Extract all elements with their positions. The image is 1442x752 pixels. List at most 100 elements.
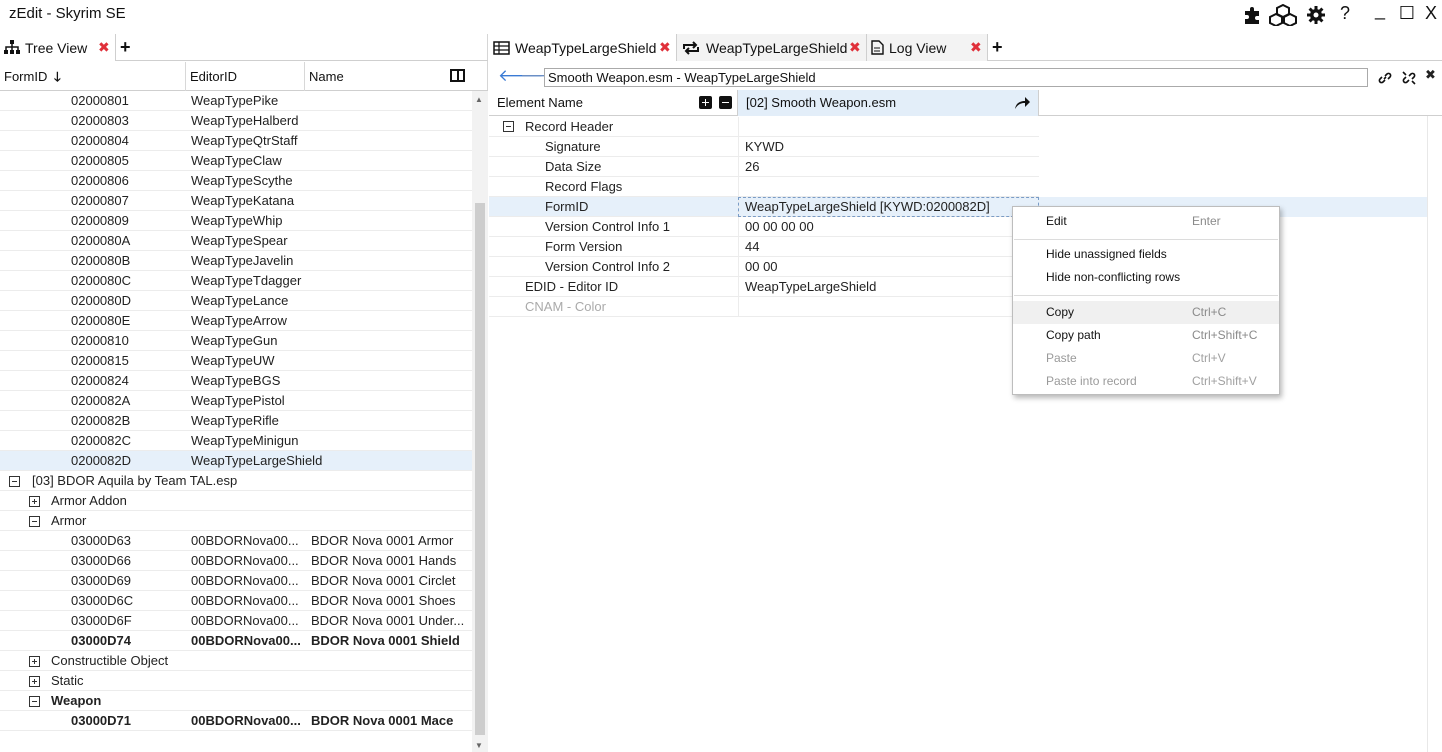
record-path-input[interactable] bbox=[544, 68, 1368, 87]
table-row[interactable]: 03000D66 00BDORNova00... BDOR Nova 0001 Ha… bbox=[0, 551, 472, 571]
tree-group-node[interactable]: [03] BDOR Aquila by Team TAL.esp bbox=[0, 471, 472, 491]
record-row[interactable]: FormID WeapTypeLargeShield [KYWD:0200082D… bbox=[489, 197, 1427, 217]
collapse-icon[interactable] bbox=[29, 696, 40, 707]
sort-down-icon: 🡓 bbox=[54, 69, 61, 84]
table-row[interactable]: 0200080D WeapTypeLance bbox=[0, 291, 472, 311]
table-row[interactable]: 02000815 WeapTypeUW bbox=[0, 351, 472, 371]
menu-item-edit[interactable]: Edit Enter bbox=[1013, 210, 1279, 233]
table-row[interactable]: 03000D69 00BDORNova00... BDOR Nova 0001 Ci… bbox=[0, 571, 472, 591]
expand-icon[interactable] bbox=[29, 676, 40, 687]
table-row[interactable]: 02000804 WeapTypeQtrStaff bbox=[0, 131, 472, 151]
tab-record-1[interactable]: WeapTypeLargeShield ✖ bbox=[489, 34, 677, 61]
record-row[interactable]: Form Version 44 bbox=[489, 237, 1427, 257]
cubes-icon[interactable] bbox=[1268, 4, 1298, 26]
name-cell: BDOR Nova 0001 Shield bbox=[311, 633, 460, 648]
record-row[interactable]: EDID - Editor ID WeapTypeLargeShield bbox=[489, 277, 1427, 297]
menu-item-hide-non-conflicting-rows[interactable]: Hide non-conflicting rows bbox=[1013, 266, 1279, 289]
tree-group-node[interactable]: Constructible Object bbox=[0, 651, 472, 671]
record-row[interactable]: Record Flags bbox=[489, 177, 1427, 197]
record-row[interactable]: Version Control Info 2 00 00 bbox=[489, 257, 1427, 277]
minimize-button[interactable]: _ bbox=[1369, 0, 1391, 21]
expand-icon[interactable] bbox=[29, 656, 40, 667]
table-row[interactable]: 02000801 WeapTypePike bbox=[0, 91, 472, 111]
menu-item-copy-path[interactable]: Copy path Ctrl+Shift+C bbox=[1013, 324, 1279, 347]
formid-cell: 02000807 bbox=[71, 193, 129, 208]
collapse-icon[interactable] bbox=[503, 121, 514, 132]
table-row[interactable]: 02000806 WeapTypeScythe bbox=[0, 171, 472, 191]
column-editorid[interactable]: EditorID bbox=[186, 62, 305, 91]
record-row[interactable]: Version Control Info 1 00 00 00 00 bbox=[489, 217, 1427, 237]
menu-item-copy[interactable]: Copy Ctrl+C bbox=[1013, 301, 1279, 324]
table-row[interactable]: 03000D6F 00BDORNova00... BDOR Nova 0001 Un… bbox=[0, 611, 472, 631]
expand-all-icon[interactable] bbox=[699, 96, 712, 109]
record-field-value: 26 bbox=[745, 159, 760, 174]
tree-group-node[interactable]: Weapon bbox=[0, 691, 472, 711]
add-tab-button[interactable]: + bbox=[120, 37, 131, 58]
editorid-cell: WeapTypeScythe bbox=[191, 173, 293, 188]
table-row[interactable]: 02000809 WeapTypeWhip bbox=[0, 211, 472, 231]
tree-group-node[interactable]: Armor Addon bbox=[0, 491, 472, 511]
record-row[interactable]: Signature KYWD bbox=[489, 137, 1427, 157]
collapse-all-icon[interactable] bbox=[719, 96, 732, 109]
tab-record-2[interactable]: WeapTypeLargeShield ✖ bbox=[677, 34, 867, 61]
plugin-icon[interactable] bbox=[1241, 4, 1265, 26]
add-tab-button[interactable]: + bbox=[992, 37, 1003, 58]
tree-group-node[interactable]: Static bbox=[0, 671, 472, 691]
close-tab-icon[interactable]: ✖ bbox=[98, 39, 110, 56]
scrollbar-thumb[interactable] bbox=[475, 203, 485, 735]
unlink-icon[interactable] bbox=[1402, 71, 1416, 85]
columns-icon[interactable] bbox=[450, 69, 465, 82]
close-tab-icon[interactable]: ✖ bbox=[659, 39, 671, 56]
table-row[interactable]: 0200082A WeapTypePistol bbox=[0, 391, 472, 411]
tab-label: WeapTypeLargeShield bbox=[515, 39, 657, 56]
collapse-icon[interactable] bbox=[29, 516, 40, 527]
table-row[interactable]: 02000824 WeapTypeBGS bbox=[0, 371, 472, 391]
record-scrollbar[interactable] bbox=[1427, 116, 1442, 752]
expand-icon[interactable] bbox=[29, 496, 40, 507]
tab-log-view[interactable]: Log View ✖ bbox=[867, 34, 988, 61]
formid-cell: 0200080E bbox=[71, 313, 131, 328]
record-row[interactable]: CNAM - Color bbox=[489, 297, 1427, 317]
table-row[interactable]: 03000D74 00BDORNova00... BDOR Nova 0001 Sh… bbox=[0, 631, 472, 651]
scroll-up-icon[interactable]: ▲ bbox=[475, 95, 483, 104]
table-row[interactable]: 02000803 WeapTypeHalberd bbox=[0, 111, 472, 131]
close-tab-icon[interactable]: ✖ bbox=[849, 39, 861, 56]
tab-tree-view[interactable]: Tree View ✖ bbox=[0, 34, 116, 61]
tree-group-node[interactable]: Armor bbox=[0, 511, 472, 531]
table-row[interactable]: 03000D63 00BDORNova00... BDOR Nova 0001 Ar… bbox=[0, 531, 472, 551]
table-row[interactable]: 02000805 WeapTypeClaw bbox=[0, 151, 472, 171]
record-field-value: 00 00 00 00 bbox=[745, 219, 814, 234]
table-row[interactable]: 03000D71 00BDORNova00... BDOR Nova 0001 Ma… bbox=[0, 711, 472, 731]
table-row[interactable]: 0200080E WeapTypeArrow bbox=[0, 311, 472, 331]
table-row[interactable]: 0200080C WeapTypeTdagger bbox=[0, 271, 472, 291]
record-row[interactable]: Record Header bbox=[489, 117, 1427, 137]
column-header: FormID 🡓 EditorID Name bbox=[0, 62, 488, 91]
table-row[interactable]: 02000807 WeapTypeKatana bbox=[0, 191, 472, 211]
menu-item-hide-unassigned-fields[interactable]: Hide unassigned fields bbox=[1013, 243, 1279, 266]
file-column[interactable]: [02] Smooth Weapon.esm bbox=[738, 90, 1039, 116]
table-row[interactable]: 0200082B WeapTypeRifle bbox=[0, 411, 472, 431]
help-icon[interactable]: ? bbox=[1334, 3, 1356, 24]
tree-scrollbar[interactable]: ▲ ▼ bbox=[472, 91, 488, 752]
scroll-down-icon[interactable]: ▼ bbox=[475, 741, 483, 750]
collapse-icon[interactable] bbox=[9, 476, 20, 487]
table-row[interactable]: 0200080B WeapTypeJavelin bbox=[0, 251, 472, 271]
focus-cell[interactable] bbox=[738, 197, 1039, 217]
editorid-cell: WeapTypePistol bbox=[191, 393, 285, 408]
table-row[interactable]: 0200082C WeapTypeMinigun bbox=[0, 431, 472, 451]
link-icon[interactable] bbox=[1378, 71, 1392, 85]
close-button[interactable]: X bbox=[1420, 3, 1442, 24]
gear-icon[interactable] bbox=[1305, 4, 1327, 26]
column-formid[interactable]: FormID 🡓 bbox=[0, 62, 186, 91]
table-row[interactable]: 03000D6C 00BDORNova00... BDOR Nova 0001 Sh… bbox=[0, 591, 472, 611]
editorid-cell: WeapTypeQtrStaff bbox=[191, 133, 298, 148]
table-row[interactable]: 02000810 WeapTypeGun bbox=[0, 331, 472, 351]
maximize-button[interactable]: ☐ bbox=[1396, 3, 1418, 24]
share-arrow-icon[interactable] bbox=[1014, 95, 1031, 110]
menu-item-label: Hide unassigned fields bbox=[1046, 247, 1167, 261]
close-path-icon[interactable]: ✖ bbox=[1425, 67, 1436, 83]
table-row[interactable]: 0200082D WeapTypeLargeShield bbox=[0, 451, 472, 471]
record-row[interactable]: Data Size 26 bbox=[489, 157, 1427, 177]
close-tab-icon[interactable]: ✖ bbox=[970, 39, 982, 56]
table-row[interactable]: 0200080A WeapTypeSpear bbox=[0, 231, 472, 251]
